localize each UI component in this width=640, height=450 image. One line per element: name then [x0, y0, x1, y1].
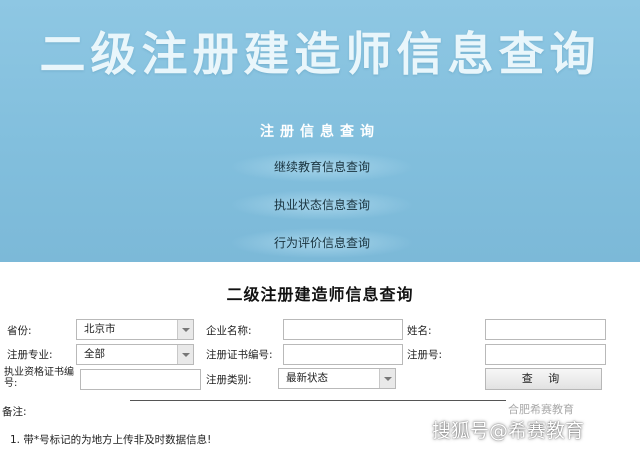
watermark-main-text: 搜狐号@希赛教育 [432, 420, 585, 442]
cert-no-label: 注册证书编号: [206, 349, 273, 361]
reg-type-select[interactable]: 最新状态 [278, 368, 396, 389]
form-title: 二级注册建造师信息查询 [226, 285, 414, 304]
chevron-down-icon [177, 345, 193, 364]
reg-no-input[interactable] [485, 344, 606, 365]
reg-no-label: 注册号: [407, 349, 443, 361]
province-select[interactable]: 北京市 [76, 319, 194, 340]
chevron-down-icon [379, 369, 395, 388]
menu-item-behavior-evaluation[interactable]: 行为评价信息查询 [232, 228, 412, 258]
specialty-select-value: 全部 [84, 348, 105, 360]
watermark-small-text: 合肥希赛教育 [508, 403, 574, 416]
specialty-select[interactable]: 全部 [76, 344, 194, 365]
note-item-1: 1. 带*号标记的为地方上传非及时数据信息! [10, 434, 212, 446]
reg-type-select-value: 最新状态 [286, 372, 328, 384]
qual-cert-input[interactable] [80, 369, 201, 390]
banner-title: 二级注册建造师信息查询 [39, 27, 601, 81]
search-button[interactable]: 查 询 [485, 368, 602, 390]
menu-item-practice-status[interactable]: 执业状态信息查询 [232, 190, 412, 220]
menu-item-continuing-education[interactable]: 继续教育信息查询 [232, 152, 412, 182]
company-input[interactable] [283, 319, 403, 340]
divider [130, 400, 506, 401]
province-label: 省份: [7, 325, 32, 337]
province-select-value: 北京市 [84, 323, 116, 335]
company-label: 企业名称: [206, 325, 252, 337]
header-banner: 二级注册建造师信息查询 注册信息查询 继续教育信息查询 执业状态信息查询 行为评… [0, 0, 640, 262]
menu-header-registration-query[interactable]: 注册信息查询 [0, 121, 640, 141]
name-input[interactable] [485, 319, 606, 340]
specialty-label: 注册专业: [7, 349, 53, 361]
reg-type-label: 注册类别: [206, 374, 252, 386]
cert-no-input[interactable] [283, 344, 403, 365]
name-label: 姓名: [407, 325, 432, 337]
qual-cert-label: 执业资格证书编号: [4, 367, 74, 389]
notes-label: 备注: [2, 406, 27, 418]
chevron-down-icon [177, 320, 193, 339]
